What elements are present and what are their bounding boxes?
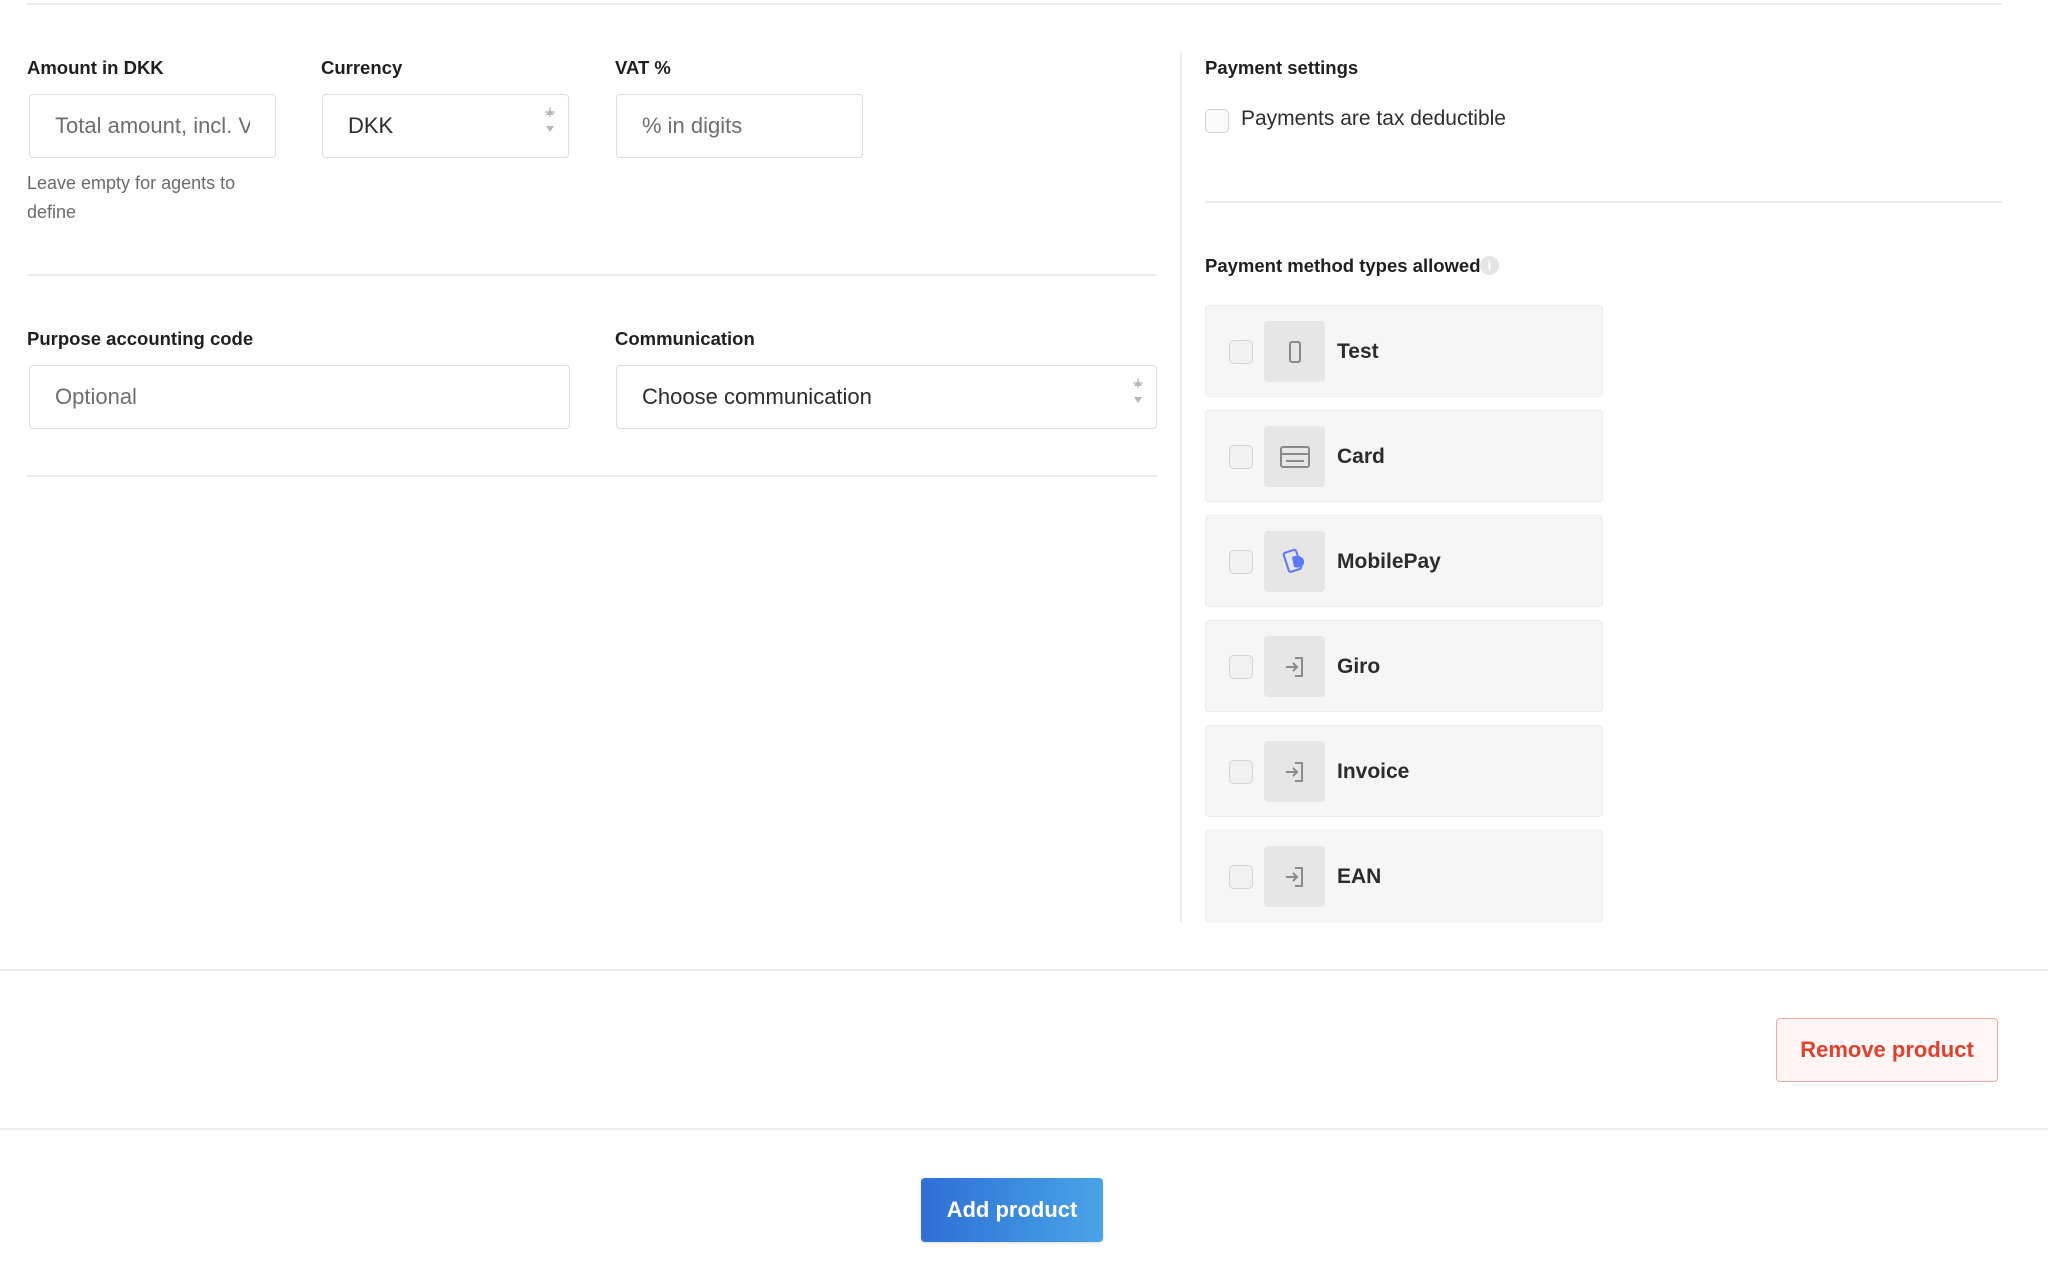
footer-divider-2 [0, 1128, 2048, 1130]
payment-method-checkbox[interactable] [1229, 550, 1253, 574]
select-arrows-icon [1133, 378, 1143, 403]
payment-method-giro[interactable]: Giro [1205, 620, 1603, 712]
sign-in-icon [1264, 846, 1325, 907]
payment-method-checkbox[interactable] [1229, 340, 1253, 364]
top-divider [27, 3, 2002, 5]
tax-deductible-checkbox[interactable] [1205, 109, 1229, 133]
remove-product-button[interactable]: Remove product [1776, 1018, 1998, 1082]
tax-deductible-label: Payments are tax deductible [1241, 107, 1506, 130]
payment-methods-label: Payment method types allowed [1205, 255, 1481, 276]
payment-method-invoice[interactable]: Invoice [1205, 725, 1603, 817]
vat-label: VAT % [615, 57, 671, 78]
amount-input[interactable] [29, 94, 276, 158]
communication-label: Communication [615, 328, 755, 349]
payment-method-label: Test [1337, 340, 1379, 363]
purpose-input[interactable] [29, 365, 570, 429]
info-icon[interactable]: i [1480, 256, 1499, 275]
currency-select[interactable]: DKK [322, 94, 569, 158]
select-arrows-icon [545, 107, 555, 132]
credit-card-icon [1264, 426, 1325, 487]
section-divider-1 [27, 274, 1157, 276]
payment-method-label: Card [1337, 445, 1385, 468]
currency-value: DKK [348, 113, 394, 138]
column-divider [1180, 52, 1182, 922]
footer-divider-1 [0, 969, 2048, 971]
settings-divider [1205, 201, 2002, 203]
payment-method-card[interactable]: Card [1205, 410, 1603, 502]
sign-in-icon [1264, 636, 1325, 697]
vat-input[interactable] [616, 94, 863, 158]
add-product-button[interactable]: Add product [921, 1178, 1103, 1242]
amount-hint: Leave empty for agents to define [27, 173, 236, 222]
phone-icon [1264, 321, 1325, 382]
payment-method-checkbox[interactable] [1229, 655, 1253, 679]
purpose-label: Purpose accounting code [27, 328, 254, 349]
payment-method-checkbox[interactable] [1229, 760, 1253, 784]
payment-method-ean[interactable]: EAN [1205, 830, 1603, 922]
payment-method-label: Invoice [1337, 760, 1410, 783]
communication-select[interactable]: Choose communication [616, 365, 1157, 429]
payment-method-label: Giro [1337, 655, 1381, 678]
sign-in-icon [1264, 741, 1325, 802]
payment-method-test[interactable]: Test [1205, 305, 1603, 397]
payment-method-label: MobilePay [1337, 550, 1441, 573]
communication-value: Choose communication [642, 384, 872, 409]
currency-label: Currency [321, 57, 403, 78]
payment-method-mobilepay[interactable]: MobilePay [1205, 515, 1603, 607]
payment-settings-label: Payment settings [1205, 57, 1359, 78]
payment-method-checkbox[interactable] [1229, 445, 1253, 469]
mobilepay-icon [1264, 531, 1325, 592]
amount-label: Amount in DKK [27, 57, 164, 78]
payment-method-checkbox[interactable] [1229, 865, 1253, 889]
payment-method-label: EAN [1337, 865, 1382, 888]
section-divider-2 [27, 475, 1157, 477]
